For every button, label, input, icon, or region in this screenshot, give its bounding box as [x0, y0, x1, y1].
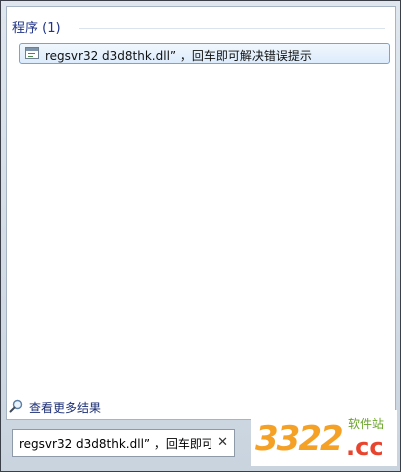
result-item-label: regsvr32 d3d8thk.dll” ，回车即可解决错误提示 [45, 49, 312, 63]
program-icon [25, 47, 39, 59]
close-icon[interactable]: ✕ [217, 435, 228, 450]
watermark-domain: .cc [346, 433, 384, 461]
result-item-regsvr32[interactable]: regsvr32 d3d8thk.dll” ，回车即可解决错误提示 [19, 43, 390, 64]
results-panel: 程序 (1) regsvr32 d3d8thk.dll” ，回车即可解决错误提示 [6, 6, 396, 420]
watermark-site-text: 软件站 [348, 417, 385, 431]
watermark-number: 3322 [255, 419, 344, 459]
see-more-results-label: 查看更多结果 [29, 401, 102, 415]
section-divider [79, 28, 385, 29]
search-input[interactable] [19, 434, 211, 452]
start-menu-search-window: 程序 (1) regsvr32 d3d8thk.dll” ，回车即可解决错误提示… [0, 0, 401, 472]
search-icon [9, 399, 23, 413]
search-box[interactable]: ✕ [12, 429, 235, 457]
programs-section-header: 程序 (1) [12, 21, 61, 36]
